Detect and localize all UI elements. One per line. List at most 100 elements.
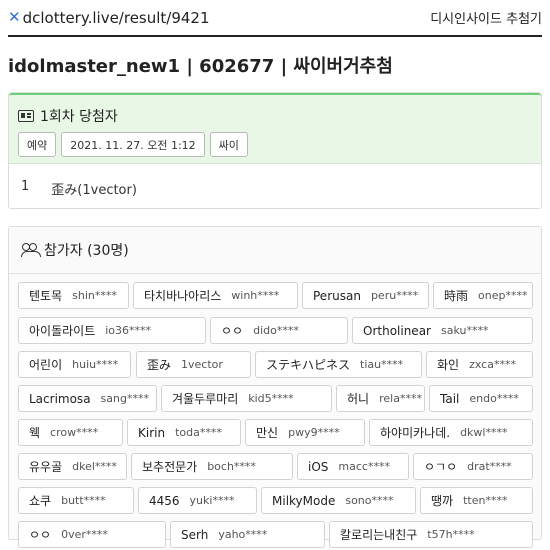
participants-panel: 참가자 (30명) 텐토목 shin**** 타치바나아리스 winh**** Peru… (8, 226, 542, 548)
tag-datetime: 2021. 11. 27. 오전 1:12 (61, 132, 205, 157)
participant-name: ㅇㅇ (29, 528, 52, 542)
participant-chip: ㅇㅇ dido**** (210, 317, 348, 344)
participant-name: 땡까 (431, 494, 454, 508)
participant-name: 어린이 (29, 358, 63, 372)
participant-chip: ㅇㅇ 0ver**** (18, 521, 166, 548)
participant-name: 텐토목 (29, 289, 63, 303)
participant-chip: Serh yaho**** (170, 521, 325, 548)
participant-chip: 텐토목 shin**** (18, 282, 129, 309)
participant-name: 웩 (29, 426, 41, 440)
participant-name: Serh (181, 527, 209, 542)
participant-id: yaho**** (218, 528, 268, 541)
participant-name: 보추전문가 (142, 460, 198, 474)
winners-tags: 예약 2021. 11. 27. 오전 1:12 싸이 (18, 132, 532, 157)
participant-id: tten**** (463, 494, 508, 507)
participant-name: 유우골 (29, 460, 63, 474)
participant-name: ㅇㄱㅇ (424, 460, 458, 474)
id-card-icon (18, 110, 34, 122)
participant-id: pwy9**** (288, 426, 340, 439)
participant-id: endo**** (469, 392, 519, 405)
participant-name: 아이돌라이트 (29, 324, 96, 338)
participant-id: drat**** (467, 460, 512, 473)
participant-chip: 4456 yuki**** (138, 487, 257, 514)
participant-name: 하야미카나데. (380, 426, 451, 440)
participant-chip: iOS macc**** (297, 453, 409, 480)
participant-chip: Kirin toda**** (127, 419, 241, 446)
participants-header: 참가자 (30명) (9, 227, 541, 274)
participant-id: toda**** (175, 426, 222, 439)
winners-panel: 1회차 당첨자 예약 2021. 11. 27. 오전 1:12 싸이 1 歪み… (8, 92, 542, 209)
participant-chip: 칼로리는내친구 t57h**** (329, 521, 533, 548)
participant-id: t57h**** (427, 528, 475, 541)
participant-name: Kirin (138, 425, 166, 440)
participant-name: Ortholinear (363, 323, 431, 338)
participant-name: 타치바나아리스 (144, 289, 222, 303)
participant-name: 4456 (149, 493, 180, 508)
winners-header: 1회차 당첨자 예약 2021. 11. 27. 오전 1:12 싸이 (9, 93, 541, 164)
participant-id: rela**** (379, 392, 422, 405)
participant-id: 0ver**** (61, 528, 108, 541)
participant-id: boch**** (207, 460, 256, 473)
participant-id: onep**** (478, 289, 528, 302)
participant-chip: 만신 pwy9**** (245, 419, 365, 446)
participant-chip: 쇼쿠 butt**** (18, 487, 134, 514)
participant-chip: 歪み 1vector (136, 351, 251, 378)
participants-grid: 텐토목 shin**** 타치바나아리스 winh**** Perusan peru***… (9, 274, 541, 548)
participant-id: crow**** (50, 426, 99, 439)
winner-name: 歪み(1vector) (51, 183, 137, 198)
participant-chip: Perusan peru**** (302, 282, 429, 309)
participant-name: ステキハピネス (266, 358, 351, 372)
participant-chip: 아이돌라이트 io36**** (18, 317, 206, 344)
participant-id: tiau**** (360, 358, 404, 371)
participant-name: iOS (308, 459, 329, 474)
participant-chip: 하야미카나데. dkwl**** (369, 419, 533, 446)
dclottery-logo-icon: ✕ (8, 7, 21, 26)
participant-id: sang**** (100, 392, 149, 405)
site-link[interactable]: ✕ dclottery.live/result/9421 (8, 7, 210, 27)
participant-chip: 허니 rela**** (336, 385, 425, 412)
participant-id: macc**** (338, 460, 390, 473)
participant-name: 歪み (147, 358, 172, 372)
participant-chip: 겨울두루마리 kid5**** (161, 385, 332, 412)
participant-chip: 보추전문가 boch**** (131, 453, 293, 480)
participant-id: yuki**** (189, 494, 235, 507)
participant-id: dido**** (253, 324, 299, 337)
participant-id: winh**** (231, 289, 280, 302)
participant-id: saku**** (440, 324, 489, 337)
participant-name: MilkyMode (272, 493, 336, 508)
participant-name: 만신 (256, 426, 279, 440)
participant-name: 칼로리는내친구 (340, 528, 418, 542)
participant-name: 時雨 (444, 289, 469, 303)
participant-name: 겨울두루마리 (172, 392, 239, 406)
participant-name: 허니 (347, 392, 370, 406)
participant-id: huiu**** (72, 358, 119, 371)
participants-title: 참가자 (30명) (44, 243, 129, 259)
participant-chip: Lacrimosa sang**** (18, 385, 157, 412)
participant-id: dkwl**** (460, 426, 508, 439)
participant-id: zxca**** (469, 358, 516, 371)
participant-chip: 땡까 tten**** (420, 487, 533, 514)
service-name[interactable]: 디시인사이드 추첨기 (430, 8, 542, 27)
participant-name: 쇼쿠 (29, 494, 52, 508)
winners-title: 1회차 당첨자 (40, 109, 118, 125)
participant-name: Lacrimosa (29, 391, 91, 406)
site-url: dclottery.live/result/9421 (22, 8, 210, 27)
participant-chip: MilkyMode sono**** (261, 487, 416, 514)
participant-id: io36**** (105, 324, 152, 337)
people-icon (21, 243, 41, 257)
participant-id: kid5**** (248, 392, 294, 405)
participant-chip: ステキハピネス tiau**** (255, 351, 422, 378)
winners-title-row: 1회차 당첨자 (18, 105, 532, 127)
participant-id: dkel**** (72, 460, 117, 473)
participant-chip: 유우골 dkel**** (18, 453, 127, 480)
participant-chip: 화인 zxca**** (426, 351, 533, 378)
participant-chip: 時雨 onep**** (433, 282, 533, 309)
participant-chip: ㅇㄱㅇ drat**** (413, 453, 533, 480)
participant-id: 1vector (181, 358, 223, 371)
participant-id: butt**** (61, 494, 106, 507)
participant-chip: 어린이 huiu**** (18, 351, 131, 378)
page-title: idolmaster_new1 | 602677 | 싸이버거추첨 (8, 56, 393, 77)
top-bar: ✕ dclottery.live/result/9421 디시인사이드 추첨기 (8, 0, 542, 37)
participant-chip: 타치바나아리스 winh**** (133, 282, 298, 309)
participant-name: 화인 (437, 358, 460, 372)
